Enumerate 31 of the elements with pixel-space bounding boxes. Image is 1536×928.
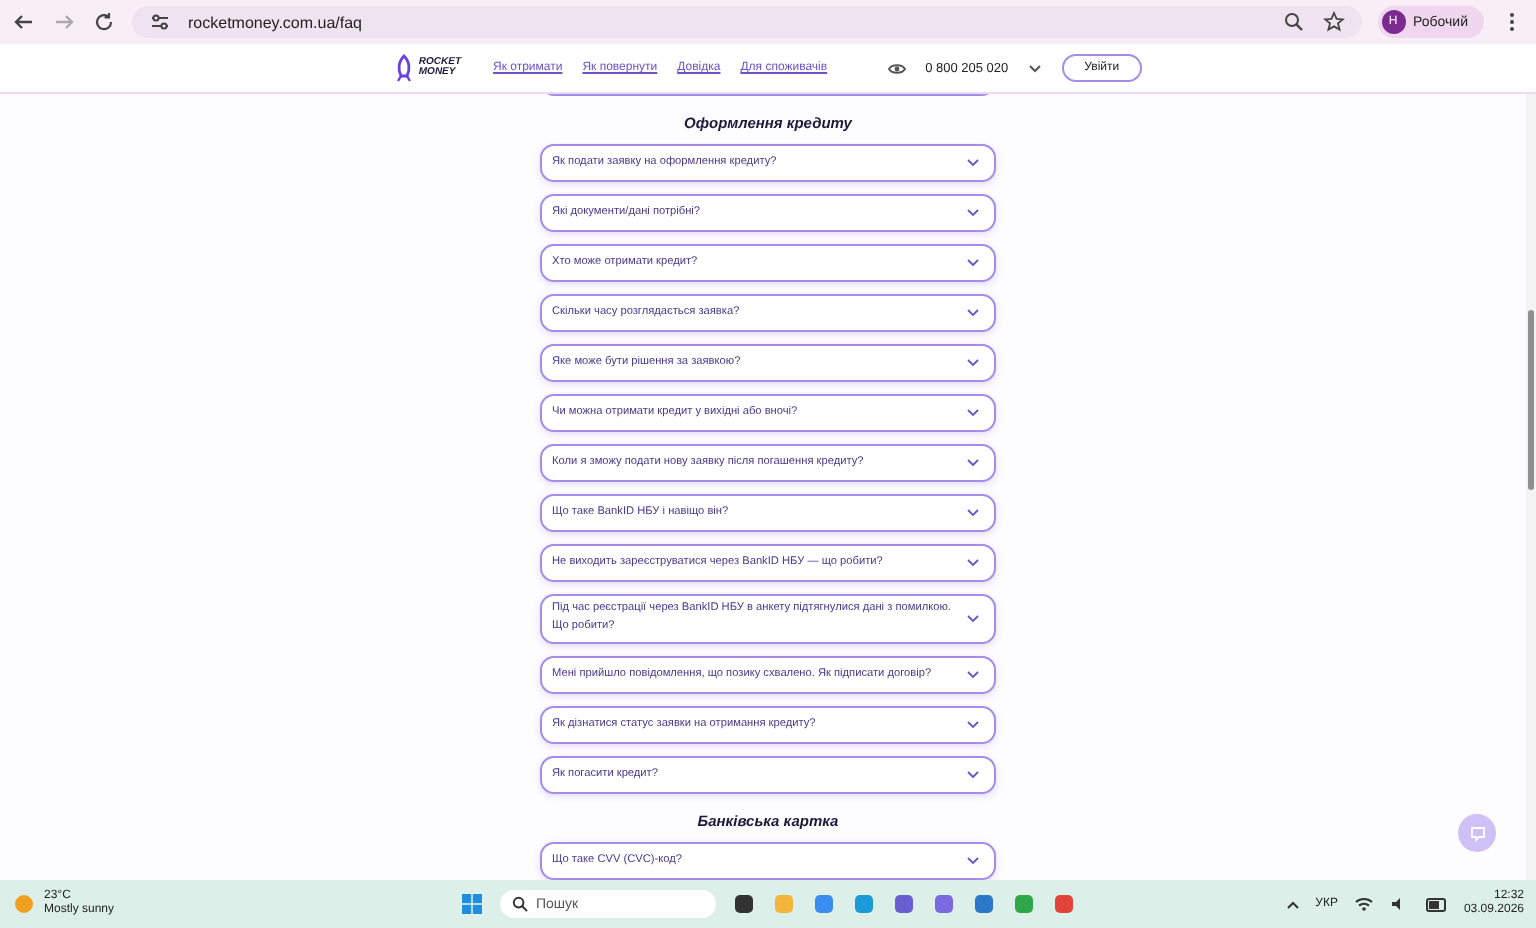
chevron-icon [966,207,980,218]
battery-icon[interactable] [1425,897,1448,911]
chat-icon [1469,825,1485,841]
chevron-icon [966,157,980,168]
chevron-icon [966,257,980,268]
chevron-icon [966,856,980,866]
scrollbar[interactable] [1526,94,1536,880]
chevron-icon [966,507,980,518]
address-bar[interactable]: rocketmoney.com.ua/faq [132,6,1362,38]
chevron-icon [966,307,980,318]
chevron-icon [966,720,980,730]
chevron-icon [966,770,980,780]
chevron-icon [966,670,980,680]
chevron-up-icon[interactable] [1285,899,1300,909]
wifi-icon[interactable] [1353,896,1374,912]
zoom-icon[interactable] [1281,10,1306,34]
rocket-icon [394,54,415,82]
chevron-icon [966,357,980,368]
site-settings-icon[interactable] [148,10,172,34]
chevron-icon [966,407,980,418]
windows-icon[interactable] [460,892,484,916]
chevron-icon [966,613,980,624]
eye-icon[interactable] [887,61,906,75]
reload-icon[interactable] [92,10,116,34]
chevron-icon[interactable] [1028,63,1043,73]
search-icon [512,896,528,912]
chevron-icon [966,557,980,568]
back-icon[interactable] [12,10,36,34]
chevron-icon [966,457,980,468]
url-text: rocketmoney.com.ua/faq [188,13,365,31]
star-icon[interactable] [1321,10,1346,34]
